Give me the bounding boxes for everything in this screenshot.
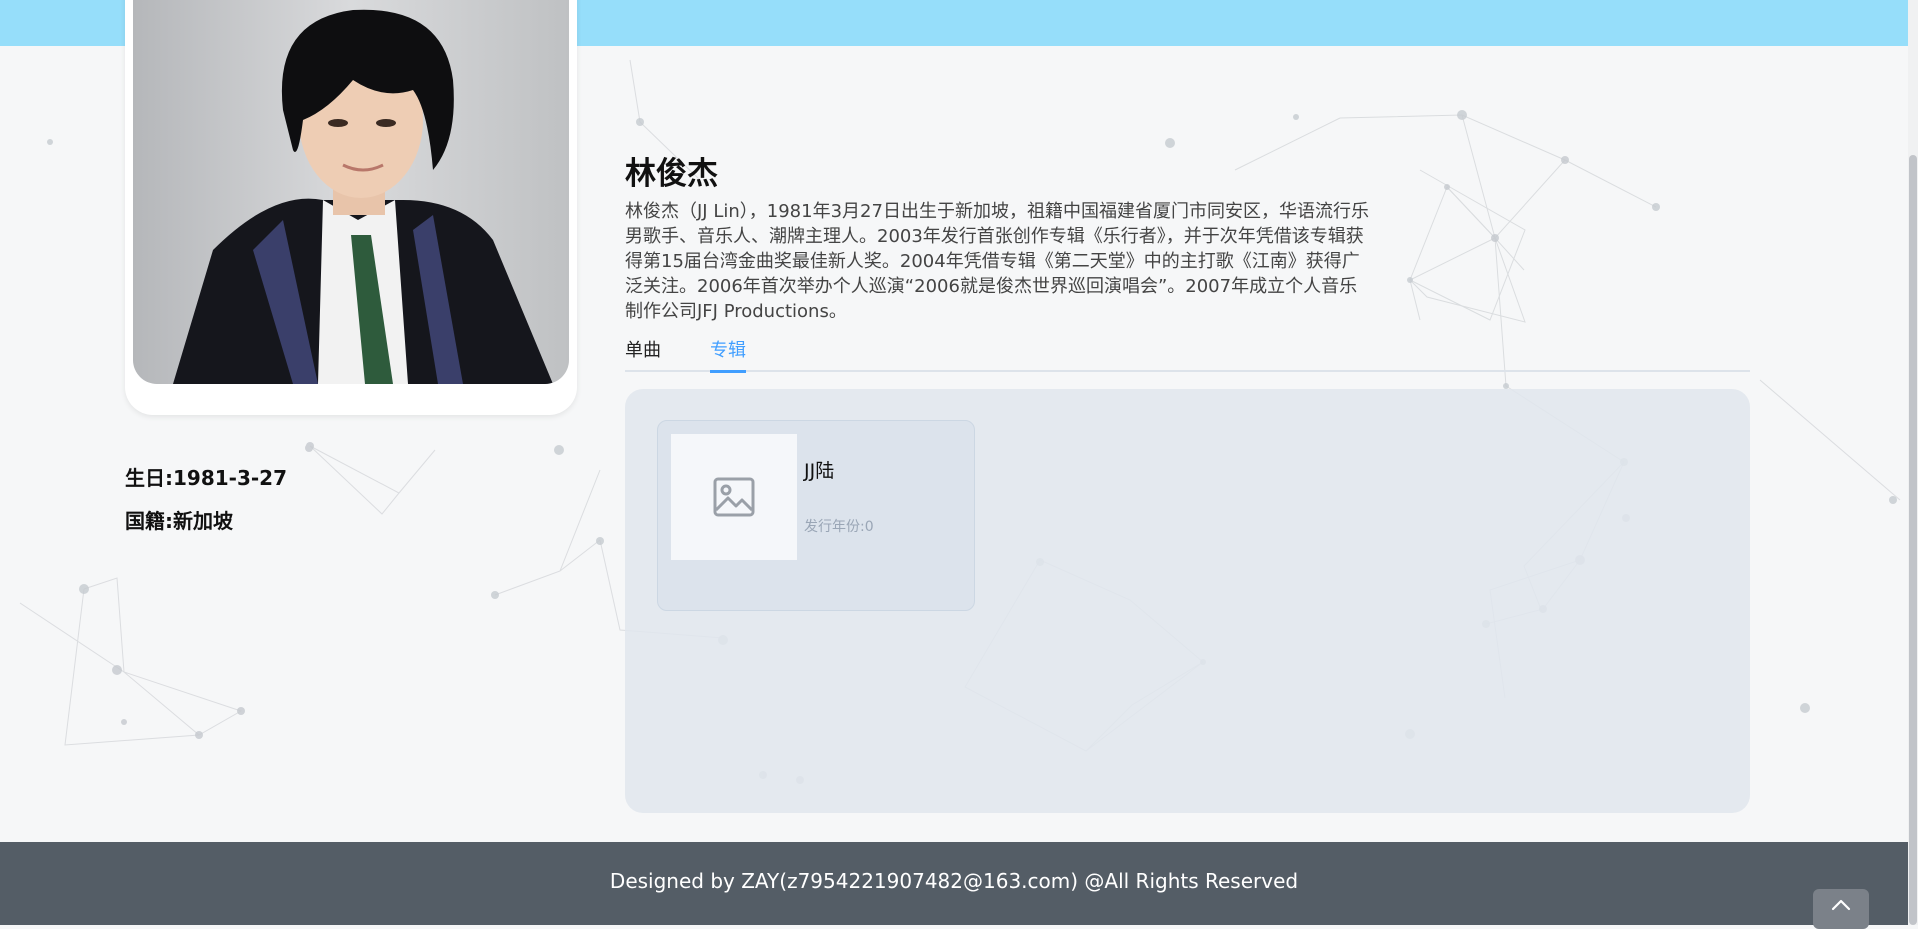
artist-nationality: 国籍:新加坡 xyxy=(125,509,233,533)
album-cover xyxy=(671,434,797,560)
page-scrollbar[interactable] xyxy=(1908,0,1918,925)
footer-copyright: Designed by ZAY(z7954221907482@163.com) … xyxy=(609,868,1299,893)
artist-bio: 林俊杰（JJ Lin），1981年3月27日出生于新加坡，祖籍中国福建省厦门市同… xyxy=(625,201,1369,322)
artist-info: 生日:1981-3-27 国籍:新加坡 xyxy=(125,462,287,548)
page-footer: Designed by ZAY(z7954221907482@163.com) … xyxy=(0,842,1908,925)
album-list-panel: JJ陆 发行年份:0 xyxy=(625,389,1750,813)
artist-photo xyxy=(133,0,569,384)
album-title: JJ陆 xyxy=(804,460,835,482)
image-placeholder-icon xyxy=(713,477,755,517)
artist-photo-frame xyxy=(125,0,577,415)
content-tabs: 单曲 专辑 xyxy=(625,334,1750,373)
album-release-year: 发行年份:0 xyxy=(804,519,874,535)
album-card[interactable]: JJ陆 发行年份:0 xyxy=(657,420,975,611)
artist-birthday: 生日:1981-3-27 xyxy=(125,466,288,490)
tab-singles[interactable]: 单曲 xyxy=(625,336,661,370)
back-to-top-button[interactable] xyxy=(1813,889,1869,929)
chevron-up-icon xyxy=(1831,899,1851,911)
scrollbar-thumb[interactable] xyxy=(1909,155,1917,925)
tab-albums[interactable]: 专辑 xyxy=(710,336,746,373)
artist-name: 林俊杰 xyxy=(625,156,718,192)
